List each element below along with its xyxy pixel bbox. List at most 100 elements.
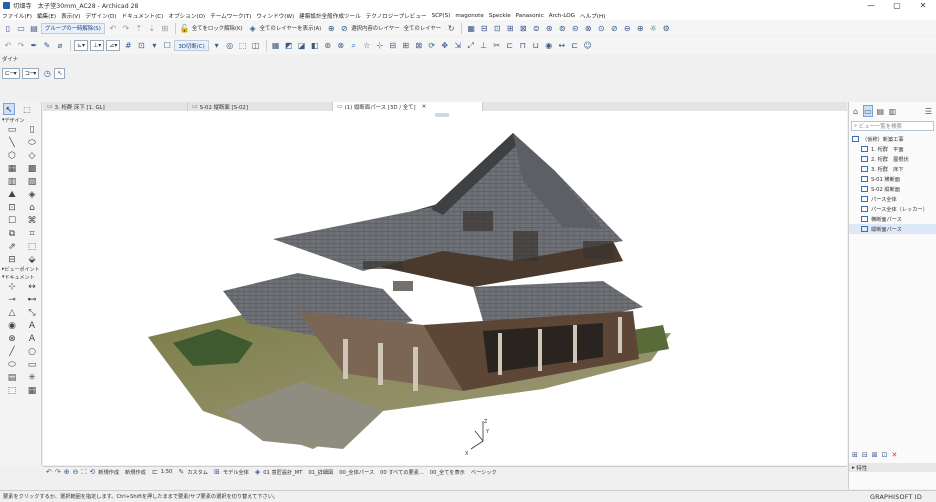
design-tool-icon[interactable]: ▧ (22, 176, 42, 187)
view-search-input[interactable]: ⌕ ビュー一覧を検索 (851, 121, 934, 131)
view-map-item[interactable]: 1. 桁群 平面 (849, 144, 936, 154)
pen-set-value[interactable]: カスタム (187, 469, 208, 476)
interior-icon[interactable]: ⊛ (543, 22, 555, 34)
detail-icon[interactable]: ⊠ (517, 22, 529, 34)
teamwork-icon[interactable]: ⊘ (608, 22, 620, 34)
renovation-value[interactable]: 00_全体パース (339, 469, 374, 476)
design-tool-icon[interactable]: ☐ (2, 215, 22, 226)
arrow-down-icon[interactable]: ⇣ (146, 22, 158, 34)
design-tool-icon[interactable]: ◇ (22, 150, 42, 161)
document-tool-icon[interactable]: ◉ (2, 320, 22, 331)
render-icon[interactable]: ⊕ (634, 22, 646, 34)
menu-item[interactable]: 編集(E) (37, 12, 56, 20)
close-button[interactable]: ✕ (910, 0, 936, 11)
3d-window-icon[interactable]: ⬚ (237, 40, 249, 52)
undo-view-icon[interactable]: ↶ (46, 468, 52, 476)
design-tool-icon[interactable]: ⇗ (2, 241, 22, 252)
group-suspend-button[interactable]: グループの一時解除(S) (41, 22, 105, 34)
design-tool-icon[interactable]: ▩ (22, 163, 42, 174)
camera-icon[interactable]: ⊡ (491, 22, 503, 34)
document-tool-icon[interactable]: ⬚ (2, 385, 22, 396)
design-tool-icon[interactable]: ╲ (2, 137, 22, 148)
rotate-icon[interactable]: ⟳ (426, 40, 438, 52)
library-icon[interactable]: ⊖ (621, 22, 633, 34)
open-file-icon[interactable]: ▭ (15, 22, 27, 34)
menu-item[interactable]: オプション(O) (168, 12, 205, 20)
grid-toggle-icon[interactable]: ▦ (270, 40, 282, 52)
document-tool-icon[interactable]: ▭ (22, 359, 42, 370)
cutaway-dropdown-icon[interactable]: ▾ (211, 40, 223, 52)
redo-view-label[interactable]: 新規作成 (125, 469, 146, 476)
lock-icon[interactable]: 🔓 (179, 22, 191, 34)
scale-value[interactable]: 1:50 (161, 469, 173, 475)
document-tool-icon[interactable]: ▤ (2, 372, 22, 383)
publisher-icon[interactable]: ⊙ (595, 22, 607, 34)
move-icon[interactable]: ✥ (439, 40, 451, 52)
shaded-icon[interactable]: ◩ (283, 40, 295, 52)
wireframe-icon[interactable]: ◪ (296, 40, 308, 52)
element-snap-icon[interactable]: ⊡ (135, 40, 147, 52)
toolbox-section-document[interactable]: ▾ ドキュメント (0, 273, 41, 281)
orbit-icon[interactable]: ◎ (224, 40, 236, 52)
design-tool-icon[interactable]: ▥ (2, 176, 22, 187)
toolbox-section-design[interactable]: ▾ デザイン (0, 116, 41, 124)
menu-item[interactable]: ファイル(F) (2, 12, 32, 20)
group-icon[interactable]: ⊓ (517, 40, 529, 52)
design-tool-icon[interactable]: ⌗ (22, 228, 42, 239)
eyedropper-icon[interactable]: ⌀ (54, 40, 66, 52)
view-map-item[interactable]: 3. 桁群 床下 (849, 164, 936, 174)
graphisoft-id-button[interactable]: GRAPHISOFT ID (870, 493, 922, 501)
distribute-icon[interactable]: ⊞ (400, 40, 412, 52)
menu-item[interactable]: ドキュメント(C) (122, 12, 164, 20)
design-tool-icon[interactable]: ⬭ (22, 137, 42, 148)
perspective-icon[interactable]: ◫ (250, 40, 262, 52)
view-map-item[interactable]: （仮称）新築工事 (849, 134, 936, 144)
design-tool-icon[interactable]: ⬙ (22, 254, 42, 265)
zoom-in-icon[interactable]: ⊕ (64, 468, 70, 476)
design-tool-icon[interactable]: ⌘ (22, 215, 42, 226)
design-tool-icon[interactable]: ▯ (22, 124, 42, 135)
selection-layer-label[interactable]: 選択内容のレイヤー (351, 24, 399, 32)
menu-item[interactable]: チームワーク(T) (210, 12, 251, 20)
document-tool-icon[interactable]: ✳ (22, 372, 42, 383)
model-view-value[interactable]: モデル全体 (223, 469, 249, 476)
new-folder-icon[interactable]: ⊞ (852, 451, 858, 459)
favorites-icon[interactable]: ☆ (361, 40, 373, 52)
document-tool-icon[interactable]: △ (2, 307, 22, 318)
properties-header[interactable]: ▸ 特性 (849, 463, 936, 472)
marquee-dropdown[interactable]: ⊐─▾ (21, 67, 40, 79)
menu-item[interactable]: テクノロジープレビュー (366, 12, 427, 20)
user-icon[interactable]: ☺ (582, 40, 594, 52)
design-tool-icon[interactable]: ◈ (22, 189, 42, 200)
document-tool-icon[interactable]: ⤡ (22, 307, 42, 318)
toolbox-section-viewpoint[interactable]: ▸ ビューポイント (0, 265, 41, 273)
design-tool-icon[interactable]: ⛰ (2, 189, 22, 200)
viewport-top-gripper[interactable] (435, 113, 449, 117)
label-icon[interactable]: ⊏ (569, 40, 581, 52)
document-tool-icon[interactable]: ↔ (22, 281, 42, 292)
redo2-icon[interactable]: ↷ (15, 40, 27, 52)
document-tool-icon[interactable]: ⊷ (22, 294, 42, 305)
grid-snap-icon[interactable]: # (122, 40, 134, 52)
worksheet-icon[interactable]: ⊜ (530, 22, 542, 34)
section-icon[interactable]: ⊟ (478, 22, 490, 34)
view-map-item[interactable]: S-01 横断面 (849, 174, 936, 184)
view-map-item[interactable]: 横断面パース (849, 214, 936, 224)
inject-icon[interactable]: ✎ (41, 40, 53, 52)
trace-icon[interactable]: ☐ (161, 40, 173, 52)
view-map-item[interactable]: S-02 縦断面 (849, 184, 936, 194)
filter-icon[interactable]: ⊛ (322, 40, 334, 52)
close-tab-icon[interactable]: ✕ (422, 104, 427, 110)
structure-value[interactable]: 00_全てを表示 (430, 469, 465, 476)
select-mode-icon[interactable]: ◷ (41, 67, 53, 79)
fit-icon[interactable]: ⛶ (82, 468, 87, 477)
save-icon[interactable]: ▤ (28, 22, 40, 34)
undo-icon[interactable]: ↶ (107, 22, 119, 34)
undo-view-label[interactable]: 新規作成 (98, 469, 119, 476)
schedule-icon[interactable]: ⊝ (569, 22, 581, 34)
align2-icon[interactable]: ⊟ (387, 40, 399, 52)
design-tool-icon[interactable]: ⬚ (22, 241, 42, 252)
document-tool-icon[interactable]: ○ (22, 346, 42, 357)
redo-view-icon[interactable]: ↷ (55, 468, 61, 476)
view-tab[interactable]: ▭ (1) 縦断面パース [3D / 全て] ✕ (333, 102, 483, 111)
